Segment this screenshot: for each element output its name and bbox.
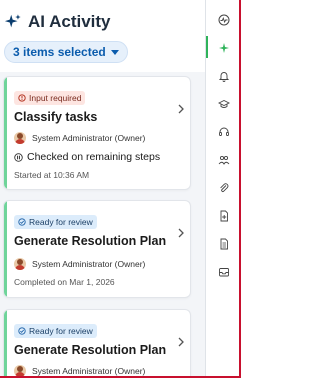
activity-card[interactable]: Input required Classify tasks System Adm… xyxy=(3,76,191,190)
chevron-right-icon[interactable] xyxy=(176,103,186,115)
owner-name: System Administrator (Owner) xyxy=(32,133,146,143)
document-add-icon xyxy=(220,210,228,222)
bell-icon xyxy=(218,72,230,82)
timestamp: Started at 10:36 AM xyxy=(14,170,90,180)
status-badge-label: Input required xyxy=(29,93,82,103)
timestamp: Completed on Mar 1, 2026 xyxy=(14,277,115,287)
card-title: Classify tasks xyxy=(14,110,98,124)
chevron-right-icon[interactable] xyxy=(176,336,186,348)
document-icon xyxy=(220,238,228,250)
support-button[interactable] xyxy=(215,123,233,141)
ai-sparkle-icon xyxy=(219,43,229,53)
avatar xyxy=(14,258,26,270)
rail-active-indicator xyxy=(206,36,208,58)
card-status-stripe xyxy=(4,201,7,297)
chevron-down-icon xyxy=(110,49,119,55)
graduation-cap-icon xyxy=(218,99,230,108)
ai-activity-panel: AI Activity 3 items selected Input requi… xyxy=(0,0,205,378)
card-title: Generate Resolution Plan xyxy=(14,234,167,248)
headset-icon xyxy=(219,127,229,136)
status-badge: Input required xyxy=(14,91,86,105)
activity-button[interactable] xyxy=(215,11,233,29)
card-status-stripe xyxy=(4,77,7,189)
notifications-button[interactable] xyxy=(215,67,233,85)
attachments-button[interactable] xyxy=(215,179,233,197)
status-badge: Ready for review xyxy=(14,324,97,338)
inbox-button[interactable] xyxy=(215,263,233,281)
chevron-right-icon[interactable] xyxy=(176,227,186,239)
progress-status-label: Checked on remaining steps xyxy=(27,151,161,163)
owner-row: System Administrator (Owner) xyxy=(14,132,145,144)
people-button[interactable] xyxy=(215,151,233,169)
activity-icon xyxy=(218,14,230,26)
alert-icon xyxy=(18,94,26,102)
inbox-icon xyxy=(219,268,229,277)
panel-title: AI Activity xyxy=(28,12,111,31)
owner-row: System Administrator (Owner) xyxy=(14,258,145,270)
ai-activity-button[interactable] xyxy=(215,39,233,57)
progress-status: Checked on remaining steps xyxy=(14,151,160,163)
activity-card[interactable]: Ready for review Generate Resolution Pla… xyxy=(3,200,191,298)
card-status-stripe xyxy=(4,310,7,378)
new-document-button[interactable] xyxy=(215,207,233,225)
pause-icon xyxy=(14,152,23,162)
frame-edge xyxy=(239,0,241,378)
avatar xyxy=(14,132,26,144)
document-button[interactable] xyxy=(215,235,233,253)
paperclip-icon xyxy=(220,183,229,192)
owner-name: System Administrator (Owner) xyxy=(32,259,146,269)
panel-header: AI Activity 3 items selected xyxy=(0,0,205,72)
status-badge: Ready for review xyxy=(14,215,97,229)
title-row: AI Activity xyxy=(4,12,111,32)
ai-sparkle-icon xyxy=(4,14,21,28)
people-icon xyxy=(218,155,230,165)
right-icon-rail xyxy=(205,0,241,378)
card-title: Generate Resolution Plan xyxy=(14,343,167,357)
status-badge-label: Ready for review xyxy=(29,217,93,227)
status-badge-label: Ready for review xyxy=(29,326,93,336)
learning-button[interactable] xyxy=(215,95,233,113)
items-selected-label: 3 items selected xyxy=(13,45,106,59)
app-frame: AI Activity 3 items selected Input requi… xyxy=(0,0,241,378)
activity-card[interactable]: Ready for review Generate Resolution Pla… xyxy=(3,309,191,378)
items-selected-dropdown[interactable]: 3 items selected xyxy=(4,41,128,63)
owner-name: System Administrator (Owner) xyxy=(32,366,146,376)
check-circle-icon xyxy=(18,218,26,226)
check-circle-icon xyxy=(18,327,26,335)
